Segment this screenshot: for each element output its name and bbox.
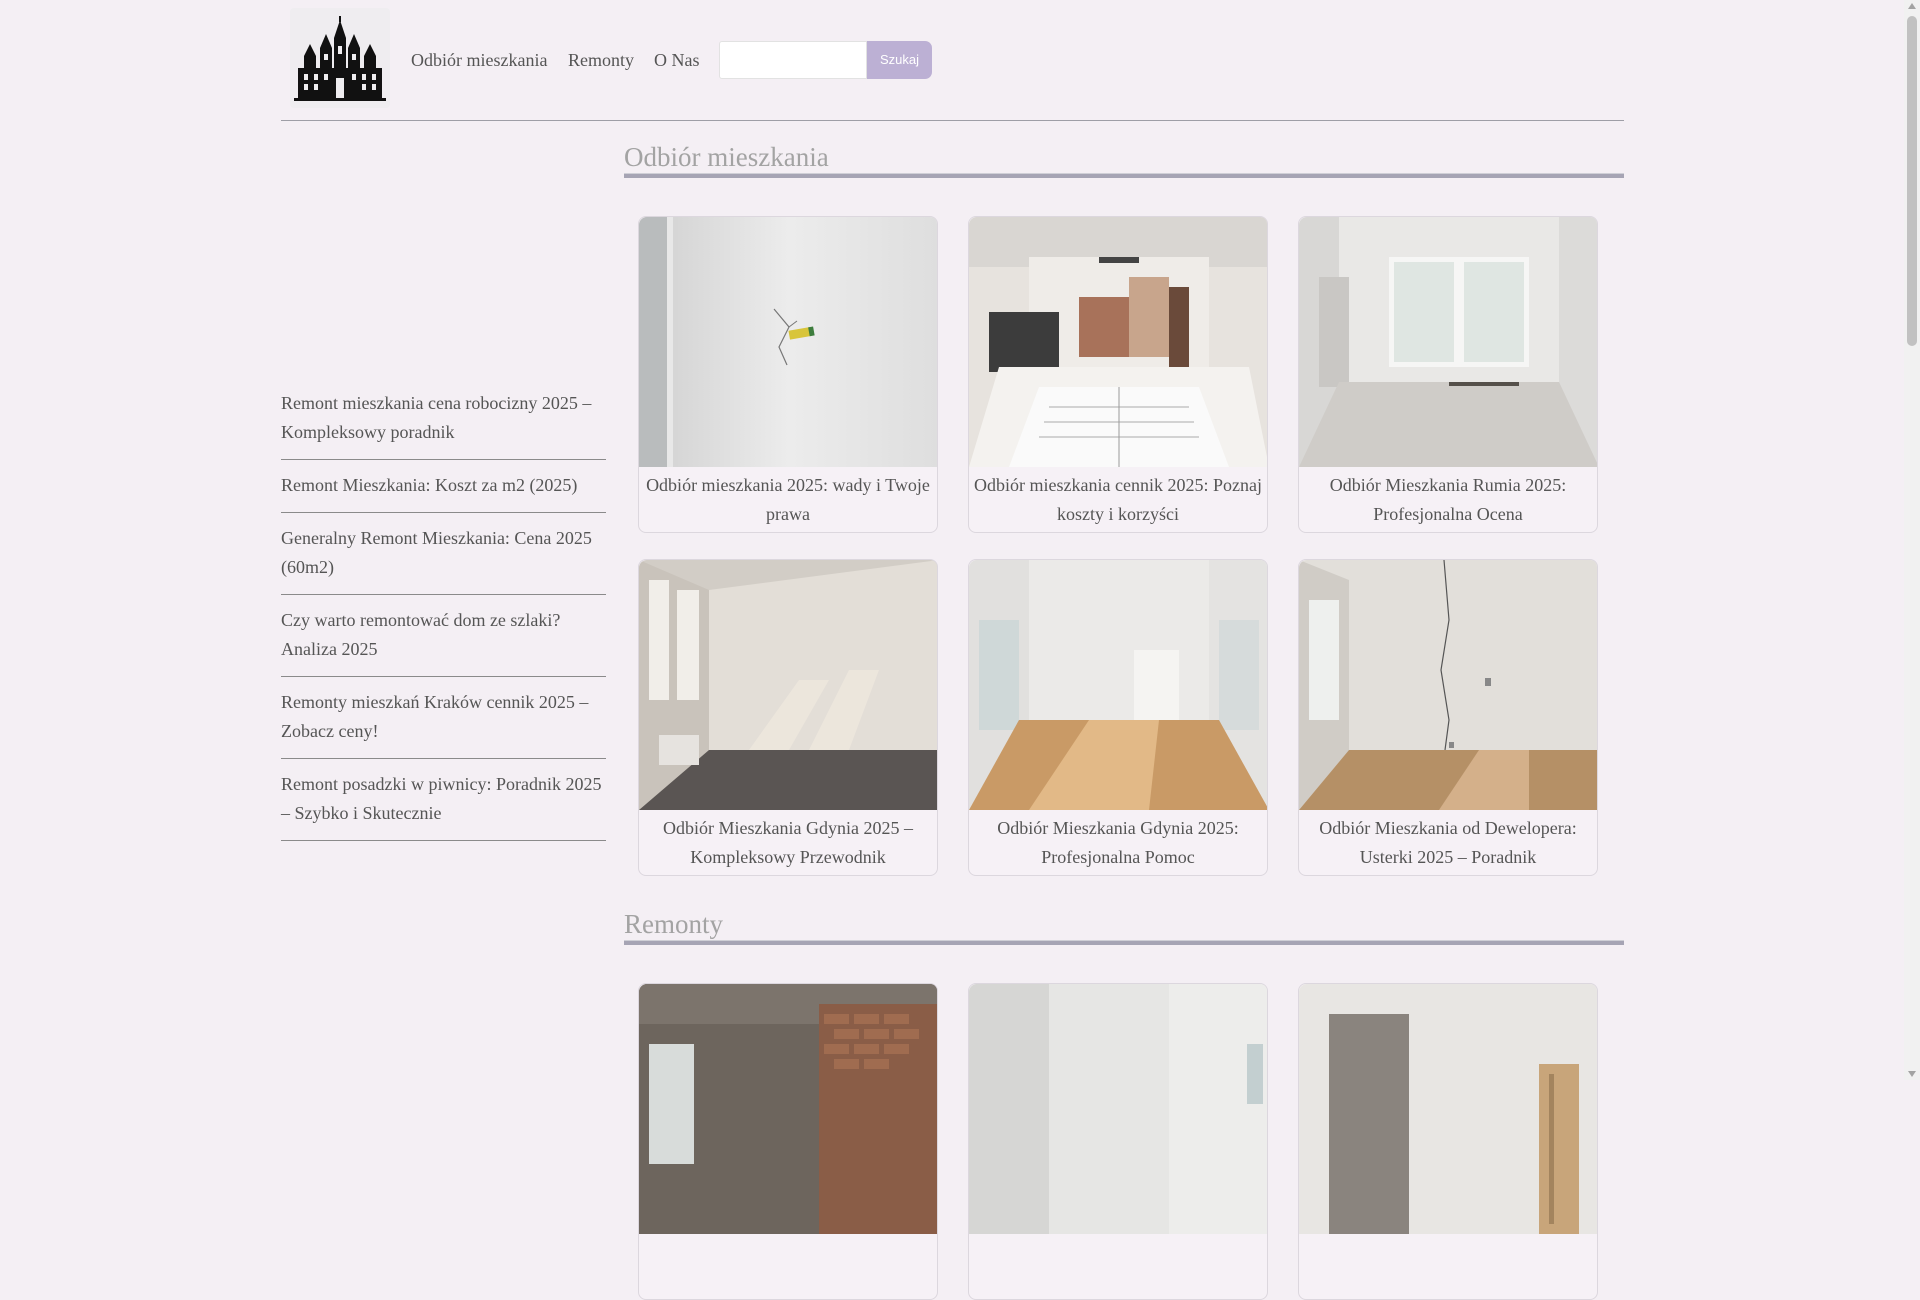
search-input[interactable] <box>719 41 867 79</box>
castle-logo[interactable] <box>290 8 390 108</box>
article-card[interactable]: Odbiór Mieszkania Gdynia 2025 – Kompleks… <box>638 559 938 876</box>
article-card[interactable]: Odbiór mieszkania 2025: wady i Twoje pra… <box>638 216 938 533</box>
article-card[interactable]: Odbiór Mieszkania Rumia 2025: Profesjona… <box>1298 216 1598 533</box>
site-header: Odbiór mieszkania Remonty O Nas Szukaj <box>281 0 1624 121</box>
article-thumbnail[interactable] <box>639 560 937 810</box>
article-card[interactable] <box>1298 983 1598 1300</box>
article-title[interactable]: Odbiór Mieszkania od Dewelopera: Usterki… <box>1303 814 1593 872</box>
section-title-remonty: Remonty <box>624 909 723 939</box>
page-scrollbar[interactable] <box>1904 0 1920 1080</box>
article-card[interactable] <box>638 983 938 1300</box>
article-title[interactable]: Odbiór Mieszkania Gdynia 2025 – Kompleks… <box>643 814 933 872</box>
sidebar-item[interactable]: Generalny Remont Mieszkania: Cena 2025 (… <box>281 513 606 595</box>
scroll-down-icon[interactable] <box>1908 1071 1916 1077</box>
nav-remonty[interactable]: Remonty <box>568 48 634 72</box>
article-title[interactable]: Odbiór Mieszkania Rumia 2025: Profesjona… <box>1303 471 1593 529</box>
article-title[interactable]: Odbiór mieszkania 2025: wady i Twoje pra… <box>643 471 933 529</box>
sidebar-item[interactable]: Remont Mieszkania: Koszt za m2 (2025) <box>281 460 606 513</box>
article-title[interactable]: Odbiór Mieszkania Gdynia 2025: Profesjon… <box>973 814 1263 872</box>
article-thumbnail[interactable] <box>639 984 937 1234</box>
scroll-up-icon[interactable] <box>1908 3 1916 9</box>
sidebar-article-list: Remont mieszkania cena robocizny 2025 – … <box>281 380 606 841</box>
sidebar-item[interactable]: Czy warto remontować dom ze szlaki? Anal… <box>281 595 606 677</box>
article-thumbnail[interactable] <box>969 217 1267 467</box>
article-thumbnail[interactable] <box>1299 984 1597 1234</box>
article-thumbnail[interactable] <box>969 984 1267 1234</box>
article-thumbnail[interactable] <box>1299 217 1597 467</box>
section-title-odbior: Odbiór mieszkania <box>624 142 829 172</box>
article-thumbnail[interactable] <box>969 560 1267 810</box>
article-title[interactable]: Odbiór mieszkania cennik 2025: Poznaj ko… <box>973 471 1263 529</box>
article-card[interactable]: Odbiór Mieszkania Gdynia 2025: Profesjon… <box>968 559 1268 876</box>
article-thumbnail[interactable] <box>639 217 937 467</box>
article-card[interactable] <box>968 983 1268 1300</box>
sidebar-item[interactable]: Remont posadzki w piwnicy: Poradnik 2025… <box>281 759 606 841</box>
section-divider <box>624 173 1624 178</box>
nav-odbior-mieszkania[interactable]: Odbiór mieszkania <box>411 48 547 72</box>
article-thumbnail[interactable] <box>1299 560 1597 810</box>
section-divider <box>624 940 1624 945</box>
article-card[interactable]: Odbiór mieszkania cennik 2025: Poznaj ko… <box>968 216 1268 533</box>
sidebar-item[interactable]: Remont mieszkania cena robocizny 2025 – … <box>281 380 606 460</box>
search-button[interactable]: Szukaj <box>867 41 932 79</box>
sidebar-item[interactable]: Remonty mieszkań Kraków cennik 2025 – Zo… <box>281 677 606 759</box>
nav-o-nas[interactable]: O Nas <box>654 48 700 72</box>
scrollbar-thumb[interactable] <box>1907 16 1917 346</box>
article-card[interactable]: Odbiór Mieszkania od Dewelopera: Usterki… <box>1298 559 1598 876</box>
castle-logo-icon <box>294 16 386 101</box>
